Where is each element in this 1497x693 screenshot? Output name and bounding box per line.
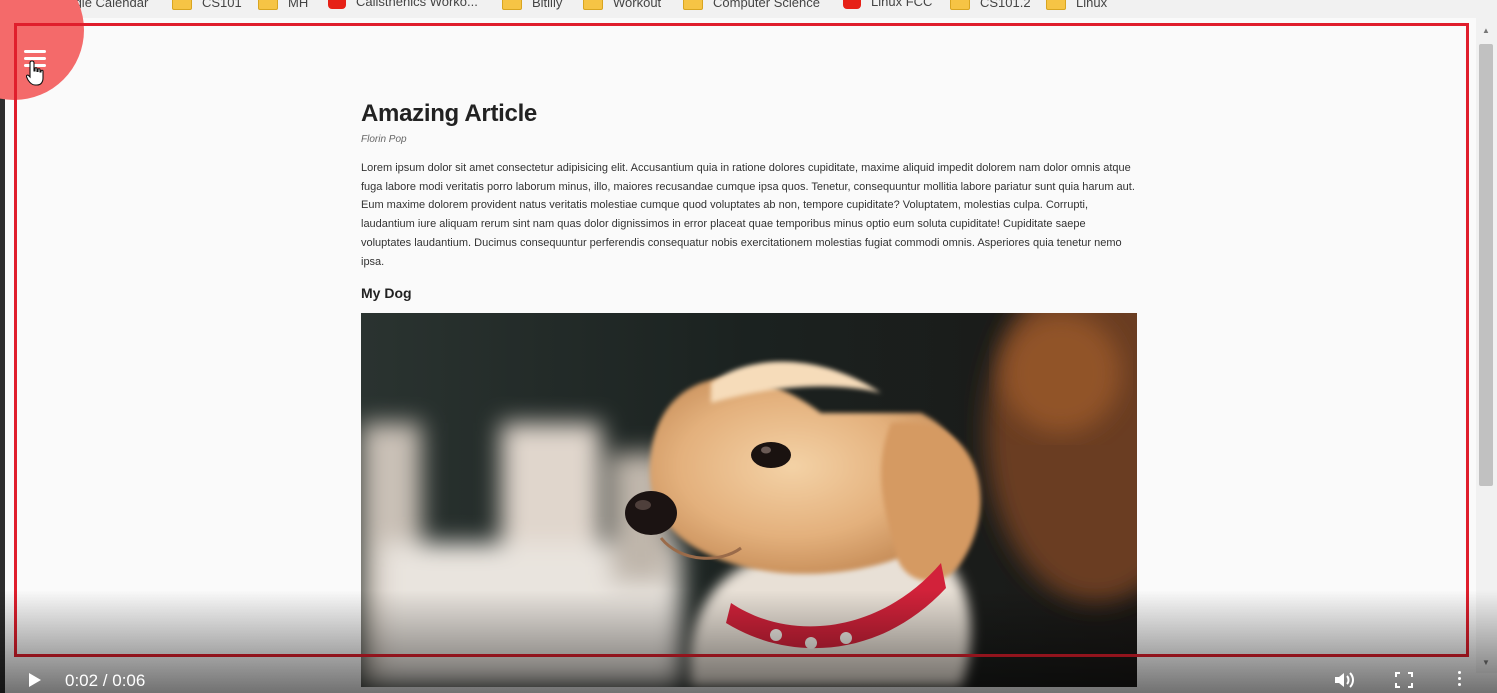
bookmark-mh[interactable]: MH: [258, 0, 308, 10]
hand-cursor-icon: [26, 60, 44, 86]
article-body: Lorem ipsum dolor sit amet consectetur a…: [361, 162, 1135, 268]
folder-icon: [502, 0, 522, 10]
youtube-icon: [843, 0, 861, 9]
youtube-icon: [328, 0, 346, 9]
bookmark-bitilly[interactable]: Bitilly: [502, 0, 562, 10]
bookmark-label: Linux: [1076, 0, 1108, 10]
bookmark-label: Bitilly: [532, 0, 563, 10]
folder-icon: [683, 0, 703, 10]
video-controls: 0:02 / 0:06: [0, 668, 1497, 693]
bookmarks-bar: Google Calendar CS101 MH Calisthenics Wo…: [0, 0, 1497, 18]
more-options-icon[interactable]: [1458, 671, 1461, 689]
folder-icon: [1046, 0, 1066, 10]
bookmark-linux-fcc[interactable]: Linux FCC: [843, 0, 932, 9]
bookmark-label: Workout: [613, 0, 662, 10]
bookmark-cs101-2[interactable]: CS101.2: [950, 0, 1031, 10]
folder-icon: [172, 0, 192, 10]
bookmark-label: MH: [288, 0, 309, 10]
volume-icon[interactable]: [1333, 671, 1357, 689]
bookmark-computer-science[interactable]: Computer Science: [683, 0, 820, 10]
folder-icon: [583, 0, 603, 10]
video-time: 0:02 / 0:06: [65, 671, 146, 690]
article-author: Florin Pop: [361, 134, 407, 145]
article-title: Amazing Article: [361, 100, 537, 127]
folder-icon: [258, 0, 278, 10]
bookmark-label: CS101.2: [980, 0, 1031, 10]
scrollbar-thumb[interactable]: [1479, 44, 1493, 486]
bookmark-label: Computer Science: [713, 0, 820, 10]
bookmark-label: Calisthenics Worko...: [356, 0, 478, 9]
scroll-up-arrow-icon[interactable]: ▲: [1482, 26, 1490, 35]
play-icon[interactable]: [28, 672, 42, 688]
bookmark-calisthenics[interactable]: Calisthenics Worko...: [328, 0, 478, 9]
article-subheading: My Dog: [361, 285, 412, 302]
folder-icon: [950, 0, 970, 10]
bookmark-linux[interactable]: Linux: [1046, 0, 1107, 10]
bookmark-cs101[interactable]: CS101: [172, 0, 242, 10]
page-scrollbar[interactable]: ▲ ▼: [1476, 18, 1497, 673]
bookmark-workout[interactable]: Workout: [583, 0, 661, 10]
bookmark-label: CS101: [202, 0, 242, 10]
fullscreen-icon[interactable]: [1395, 672, 1413, 688]
bookmark-label: Linux FCC: [871, 0, 933, 9]
